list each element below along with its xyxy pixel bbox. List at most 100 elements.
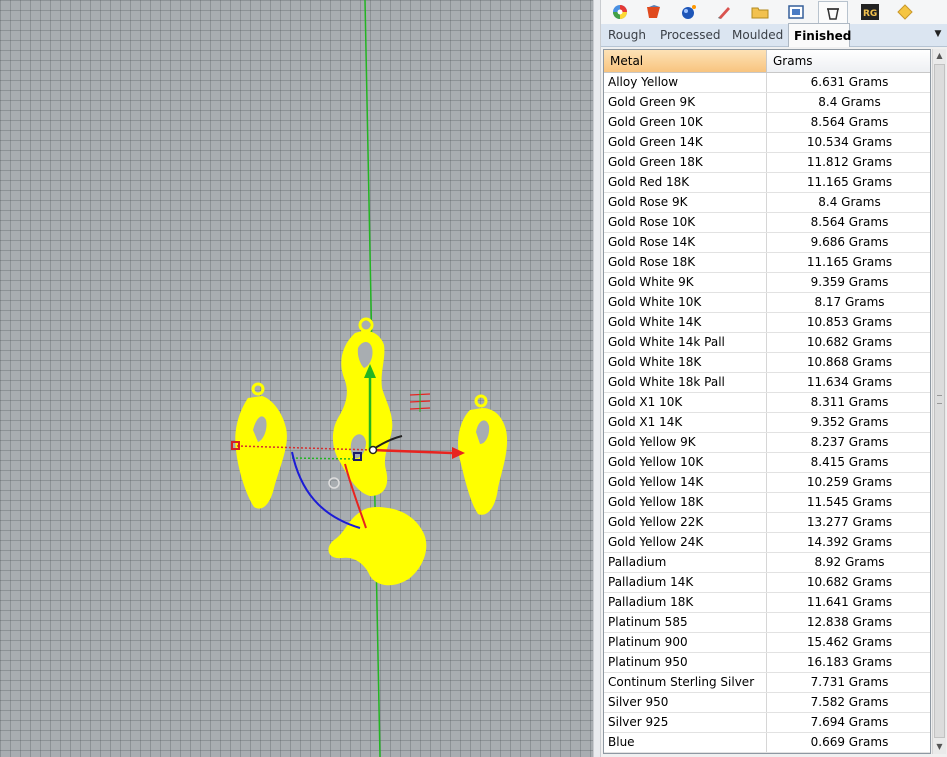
column-header-grams[interactable]: Grams [767,50,930,72]
metal-name-cell: Palladium [604,553,767,572]
table-row[interactable]: Platinum 950 16.183 Grams [604,653,930,673]
grams-value-cell: 13.277 Grams [806,515,893,529]
grams-value-cell: 8.17 Grams [814,295,885,309]
folder-icon[interactable] [749,2,771,22]
grams-value-cell: 9.359 Grams [810,275,889,289]
metal-name-cell: Alloy Yellow [604,73,767,92]
metal-name-cell: Gold Rose 14K [604,233,767,252]
metal-name-cell: Gold White 14k Pall [604,333,767,352]
grams-value-cell: 9.686 Grams [810,235,889,249]
table-row[interactable]: Gold White 14K 10.853 Grams [604,313,930,333]
pendant-object-right[interactable] [458,394,508,515]
metal-name-cell: Platinum 950 [604,653,767,672]
panel-splitter[interactable] [593,0,601,757]
scroll-thumb[interactable] [934,64,945,738]
tab-moulded[interactable]: Moulded [727,24,788,46]
scroll-grip [937,395,942,404]
table-scrollbar[interactable]: ▲ ▼ [932,49,946,754]
table-row[interactable]: Palladium 8.92 Grams [604,553,930,573]
table-row[interactable]: Silver 950 7.582 Grams [604,693,930,713]
table-row[interactable]: Silver 925 7.694 Grams [604,713,930,733]
grams-value-cell: 14.392 Grams [806,535,893,549]
metal-name-cell: Gold White 18k Pall [604,373,767,392]
scroll-down-arrow-icon[interactable]: ▼ [933,740,946,754]
tab-finished[interactable]: Finished [788,23,851,47]
table-row[interactable]: Gold Yellow 14K 10.259 Grams [604,473,930,493]
viewport-3d[interactable] [0,0,593,757]
metal-name-cell: Continum Sterling Silver [604,673,767,692]
table-row[interactable]: Gold White 14k Pall 10.682 Grams [604,333,930,353]
table-row[interactable]: Platinum 900 15.462 Grams [604,633,930,653]
table-row[interactable]: Gold White 9K 9.359 Grams [604,273,930,293]
metal-name-cell: Gold Yellow 18K [604,493,767,512]
table-row[interactable]: Gold Yellow 9K 8.237 Grams [604,433,930,453]
grams-value-cell: 8.237 Grams [810,435,889,449]
metal-name-cell: Silver 925 [604,713,767,732]
table-body: Alloy Yellow 6.631 Grams Gold Green 9K 8.4 … [604,73,930,753]
table-row[interactable]: Gold Green 14K 10.534 Grams [604,133,930,153]
grams-value-cell: 9.352 Grams [810,415,889,429]
table-row[interactable]: Gold Yellow 10K 8.415 Grams [604,453,930,473]
tab-overflow-dropdown-icon[interactable]: ▼ [931,29,945,41]
scroll-up-arrow-icon[interactable]: ▲ [933,49,946,63]
sphere-render-icon[interactable] [678,2,700,22]
table-row[interactable]: Blue 0.669 Grams [604,733,930,753]
image-icon[interactable] [785,2,807,22]
metal-name-cell: Gold White 18K [604,353,767,372]
tab-strip: Rough Processed Moulded Finished ▼ [601,23,947,47]
table-row[interactable]: Palladium 14K 10.682 Grams [604,573,930,593]
metal-name-cell: Gold Rose 10K [604,213,767,232]
tab-rough[interactable]: Rough [603,24,651,46]
grams-value-cell: 10.682 Grams [806,575,893,589]
grams-value-cell: 11.641 Grams [806,595,893,609]
metal-name-cell: Gold Green 14K [604,133,767,152]
pen-icon[interactable] [713,2,735,22]
table-row[interactable]: Continum Sterling Silver 7.731 Grams [604,673,930,693]
tab-processed[interactable]: Processed [655,24,726,46]
column-header-metal[interactable]: Metal [604,50,767,72]
table-row[interactable]: Gold Yellow 24K 14.392 Grams [604,533,930,553]
pendant-object-center[interactable] [332,317,393,496]
table-row[interactable]: Gold Green 18K 11.812 Grams [604,153,930,173]
grams-value-cell: 12.838 Grams [806,615,893,629]
metal-name-cell: Platinum 585 [604,613,767,632]
metal-weight-panel: RG Rough Processed Moulded Finished ▼ Me… [601,0,947,757]
table-row[interactable]: Gold White 18k Pall 11.634 Grams [604,373,930,393]
table-row[interactable]: Platinum 585 12.838 Grams [604,613,930,633]
grams-value-cell: 8.92 Grams [814,555,885,569]
rg-icon[interactable]: RG [859,2,881,22]
metal-name-cell: Gold White 9K [604,273,767,292]
table-row[interactable]: Palladium 18K 11.641 Grams [604,593,930,613]
color-wheel-icon[interactable] [609,2,631,22]
gem-icon[interactable] [894,2,916,22]
table-row[interactable]: Gold X1 14K 9.352 Grams [604,413,930,433]
table-row[interactable]: Gold Red 18K 11.165 Grams [604,173,930,193]
grams-value-cell: 7.582 Grams [810,695,889,709]
table-row[interactable]: Gold Rose 9K 8.4 Grams [604,193,930,213]
metal-name-cell: Gold White 10K [604,293,767,312]
grams-value-cell: 10.259 Grams [806,475,893,489]
metal-name-cell: Gold Yellow 22K [604,513,767,532]
table-row[interactable]: Gold White 18K 10.868 Grams [604,353,930,373]
grams-value-cell: 7.694 Grams [810,715,889,729]
table-row[interactable]: Alloy Yellow 6.631 Grams [604,73,930,93]
table-row[interactable]: Gold Green 10K 8.564 Grams [604,113,930,133]
table-row[interactable]: Gold White 10K 8.17 Grams [604,293,930,313]
table-row[interactable]: Gold Yellow 18K 11.545 Grams [604,493,930,513]
grams-value-cell: 11.545 Grams [806,495,893,509]
table-header: Metal Grams [604,50,930,73]
metal-weight-icon[interactable] [818,1,848,24]
pendant-object-bottom[interactable] [328,507,427,586]
table-row[interactable]: Gold Yellow 22K 13.277 Grams [604,513,930,533]
metal-name-cell: Gold Yellow 10K [604,453,767,472]
table-row[interactable]: Gold X1 10K 8.311 Grams [604,393,930,413]
material-icon[interactable] [643,2,665,22]
table-row[interactable]: Gold Rose 14K 9.686 Grams [604,233,930,253]
table-row[interactable]: Gold Green 9K 8.4 Grams [604,93,930,113]
table-row[interactable]: Gold Rose 10K 8.564 Grams [604,213,930,233]
metal-name-cell: Gold White 14K [604,313,767,332]
grams-value-cell: 15.462 Grams [806,635,893,649]
grams-value-cell: 11.165 Grams [806,255,893,269]
table-row[interactable]: Gold Rose 18K 11.165 Grams [604,253,930,273]
grams-value-cell: 8.564 Grams [810,115,889,129]
